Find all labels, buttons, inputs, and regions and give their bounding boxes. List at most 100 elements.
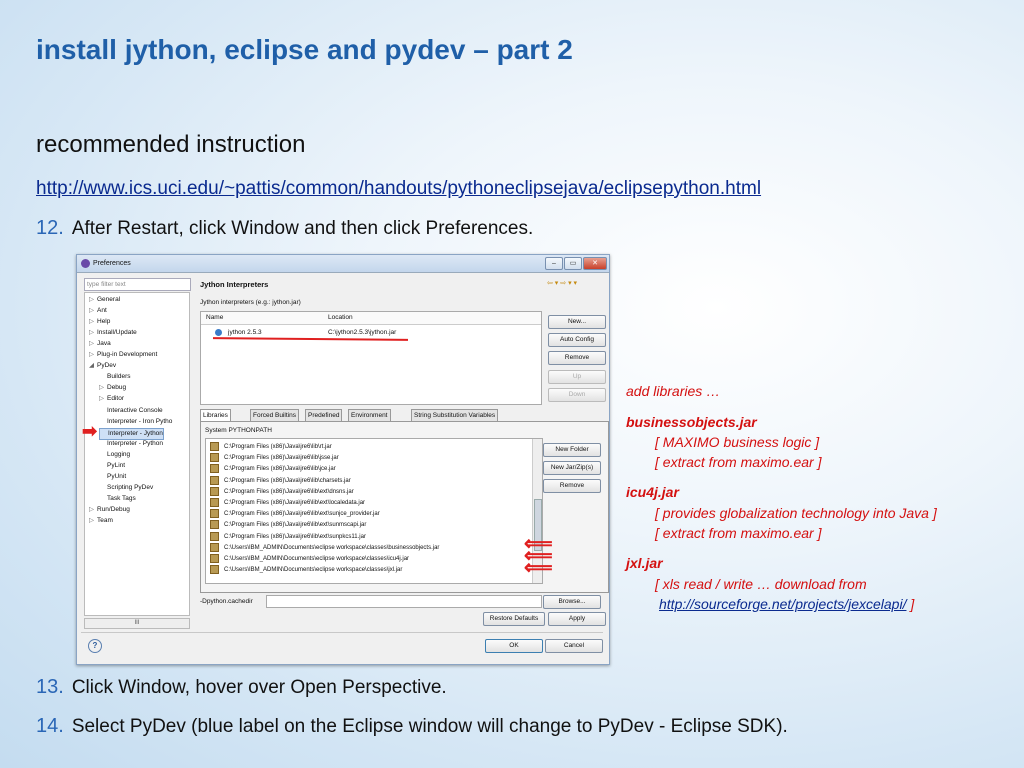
- remove-library-button[interactable]: Remove: [543, 479, 601, 493]
- tree-item[interactable]: ▷ General: [89, 295, 120, 305]
- close-button[interactable]: ✕: [583, 257, 607, 270]
- step-text: Select PyDev (blue label on the Eclipse …: [71, 716, 788, 737]
- tree-expander-icon[interactable]: ▷: [89, 339, 97, 349]
- down-button[interactable]: Down: [548, 388, 606, 402]
- library-row[interactable]: C:\Program Files (x86)\Java\jre6\lib\rt.…: [210, 442, 332, 452]
- python-icon: [215, 329, 222, 336]
- library-row[interactable]: C:\Program Files (x86)\Java\jre6\lib\cha…: [210, 475, 351, 486]
- library-row[interactable]: C:\Users\IBM_ADMIN\Documents\eclipse wor…: [210, 565, 402, 575]
- help-icon[interactable]: ?: [88, 639, 102, 653]
- red-arrow: ⟸: [524, 557, 553, 579]
- tree-expander-icon[interactable]: ▷: [89, 306, 97, 316]
- new-folder-button[interactable]: New Folder: [543, 443, 601, 457]
- tree-item[interactable]: ▷ Ant: [89, 306, 107, 316]
- library-row[interactable]: C:\Program Files (x86)\Java\jre6\lib\ext…: [210, 509, 380, 519]
- dialog-titlebar[interactable]: Preferences – ▭ ✕: [77, 255, 609, 273]
- library-list[interactable]: C:\Program Files (x86)\Java\jre6\lib\rt.…: [205, 438, 543, 584]
- tree-item[interactable]: PyUnit: [99, 472, 126, 482]
- library-row[interactable]: C:\Program Files (x86)\Java\jre6\lib\ext…: [210, 498, 365, 508]
- jar-note: [ extract from maximo.ear ]: [655, 525, 822, 541]
- tree-item[interactable]: ▷ Java: [89, 339, 111, 349]
- tree-item[interactable]: ▷ Run/Debug: [89, 505, 130, 515]
- tree-item[interactable]: ▷ Plug-in Development: [89, 350, 157, 360]
- restore-defaults-button[interactable]: Restore Defaults: [483, 612, 545, 626]
- tree-item[interactable]: ▷ Install/Update: [89, 328, 137, 338]
- filter-input[interactable]: type filter text: [84, 278, 191, 291]
- column-name[interactable]: Name: [206, 314, 223, 321]
- library-path: C:\Program Files (x86)\Java\jre6\lib\ext…: [224, 500, 366, 507]
- tree-item[interactable]: ▷ Help: [89, 317, 110, 327]
- tree-item[interactable]: Scripting PyDev: [99, 483, 153, 493]
- tree-item[interactable]: Interactive Console: [99, 406, 163, 416]
- slide-subtitle: recommended instruction: [36, 131, 306, 158]
- tree-item[interactable]: Builders: [99, 372, 130, 382]
- browse-button[interactable]: Browse...: [543, 595, 601, 609]
- library-row[interactable]: C:\Users\IBM_ADMIN\Documents\eclipse wor…: [210, 554, 409, 564]
- tree-item[interactable]: ▷ Editor: [99, 394, 124, 404]
- jar-note: [ xls read / write … download from: [655, 576, 867, 592]
- new-button[interactable]: New...: [548, 315, 606, 329]
- tree-item-label: Help: [97, 318, 111, 326]
- cancel-button[interactable]: Cancel: [545, 639, 603, 653]
- add-libraries-note: add libraries …: [626, 383, 721, 399]
- tree-item[interactable]: PyLint: [99, 461, 125, 471]
- tree-item[interactable]: Task Tags: [99, 494, 136, 504]
- tree-expander-icon[interactable]: ▷: [99, 383, 107, 393]
- step-number: 14.: [36, 715, 64, 737]
- tree-expander-icon[interactable]: ▷: [89, 295, 97, 305]
- library-row[interactable]: C:\Program Files (x86)\Java\jre6\lib\ext…: [210, 520, 366, 530]
- jar-icon: [210, 565, 219, 575]
- tree-item[interactable]: Interpreter - Python: [99, 439, 163, 449]
- step-14: 14. Select PyDev (blue label on the Eclip…: [36, 715, 788, 738]
- tree-expander-icon[interactable]: ◢: [89, 361, 97, 371]
- up-button[interactable]: Up: [548, 370, 606, 384]
- minimize-button[interactable]: –: [545, 257, 563, 270]
- library-path: C:\Program Files (x86)\Java\jre6\lib\ext…: [224, 511, 380, 518]
- tree-expander-icon[interactable]: ▷: [89, 516, 97, 526]
- instruction-link[interactable]: http://www.ics.uci.edu/~pattis/common/ha…: [36, 178, 761, 200]
- pythonpath-label: System PYTHONPATH: [205, 427, 272, 434]
- library-path: C:\Program Files (x86)\Java\jre6\lib\jce…: [224, 466, 336, 473]
- tree-expander-icon[interactable]: ▷: [89, 328, 97, 338]
- library-path: C:\Program Files (x86)\Java\jre6\lib\jss…: [224, 455, 339, 462]
- navigation-icons[interactable]: ⇦ ▾ ⇨ ▾ ▾: [547, 279, 577, 287]
- tree-item-label: Install/Update: [97, 329, 137, 337]
- library-path: C:\Program Files (x86)\Java\jre6\lib\ext…: [224, 488, 354, 495]
- library-row[interactable]: C:\Program Files (x86)\Java\jre6\lib\ext…: [210, 486, 354, 497]
- jar-icon: [210, 554, 219, 563]
- tree-item[interactable]: ▷ Debug: [99, 383, 126, 393]
- auto-config-button[interactable]: Auto Config: [548, 333, 606, 347]
- tree-item-label: Scripting PyDev: [107, 483, 154, 491]
- tree-item[interactable]: Interpreter - Iron Pytho: [99, 417, 172, 427]
- tree-item-label: Plug-in Development: [97, 351, 158, 359]
- interpreter-table[interactable]: Name Location jython 2.5.3 C:\jython2.5.…: [200, 311, 542, 405]
- library-row[interactable]: C:\Program Files (x86)\Java\jre6\lib\ext…: [210, 531, 366, 542]
- column-location[interactable]: Location: [328, 314, 353, 321]
- cachedir-input[interactable]: [266, 595, 542, 608]
- library-row[interactable]: C:\Program Files (x86)\Java\jre6\lib\jce…: [210, 464, 336, 474]
- eclipse-icon: [81, 259, 90, 268]
- tree-expander-icon[interactable]: ▷: [89, 350, 97, 360]
- tree-item-label: PyLint: [107, 461, 126, 469]
- tree-expander-icon[interactable]: ▷: [89, 505, 97, 515]
- tree-item[interactable]: Logging: [99, 450, 130, 460]
- tree-item-label: Team: [97, 517, 113, 524]
- tree-item-label: Debug: [107, 384, 127, 392]
- tree-item[interactable]: ▷ Team: [89, 516, 113, 526]
- remove-interpreter-button[interactable]: Remove: [548, 351, 606, 365]
- ok-button[interactable]: OK: [485, 639, 543, 653]
- preferences-tree[interactable]: ▷ General ▷ Ant ▷ Help ▷ Install/Update ▷ Java ▷ Pl…: [84, 292, 190, 616]
- library-row[interactable]: C:\Users\IBM_ADMIN\Documents\eclipse wor…: [210, 542, 439, 553]
- jar-icon: [210, 453, 219, 463]
- apply-button[interactable]: Apply: [548, 612, 606, 626]
- tree-expander-icon[interactable]: ▷: [99, 394, 107, 404]
- tree-item-label: Interpreter - Iron Pytho: [107, 417, 173, 425]
- library-row[interactable]: C:\Program Files (x86)\Java\jre6\lib\jss…: [210, 453, 339, 463]
- tree-item-label: PyDev: [97, 362, 117, 370]
- jexcelapi-link[interactable]: http://sourceforge.net/projects/jexcelap…: [659, 596, 906, 612]
- tree-expander-icon[interactable]: ▷: [89, 317, 97, 327]
- maximize-button[interactable]: ▭: [564, 257, 582, 270]
- new-jar-button[interactable]: New Jar/Zip(s): [543, 461, 601, 475]
- tree-horizontal-scrollbar[interactable]: III: [84, 618, 190, 629]
- tree-item[interactable]: ◢ PyDev: [89, 361, 116, 371]
